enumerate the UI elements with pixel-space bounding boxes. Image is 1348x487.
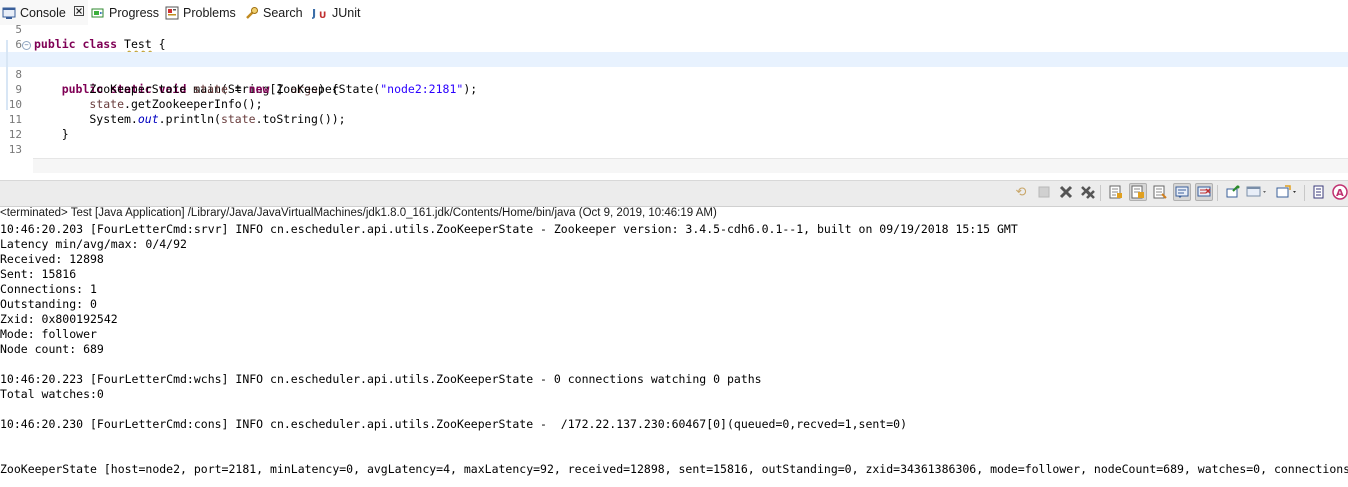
tab-problems[interactable]: Problems: [165, 0, 236, 25]
svg-text:J: J: [312, 7, 316, 20]
editor-line: 7 − public static void main(String[] arg…: [0, 37, 1348, 96]
console-line: Sent: 15816: [0, 267, 77, 281]
console-line: Zxid: 0x800192542: [0, 312, 118, 326]
display-selected-console-icon[interactable]: [1245, 183, 1271, 201]
search-icon: [245, 6, 259, 20]
editor-line: 13 }: [0, 127, 1348, 158]
console-line: Received: 12898: [0, 252, 104, 266]
word-wrap-icon[interactable]: [1129, 183, 1147, 201]
editor-line: 11 }: [0, 97, 1348, 141]
console-line: 10:46:20.223 [FourLetterCmd:wchs] INFO c…: [0, 372, 762, 386]
console-process-status: <terminated> Test [Java Application] /Li…: [0, 207, 717, 219]
remove-launch-icon[interactable]: [1057, 183, 1075, 201]
maximize-view-icon[interactable]: A: [1331, 183, 1348, 201]
remove-all-terminated-icon[interactable]: [1079, 183, 1097, 201]
console-line: Total watches:0: [0, 387, 104, 401]
editor-line: 12: [0, 112, 1348, 141]
scope-indicator: [6, 40, 8, 110]
console-line: Latency min/avg/max: 0/4/92: [0, 237, 187, 251]
editor-horizontal-scrollbar[interactable]: [33, 158, 1348, 173]
console-line: 10:46:20.230 [FourLetterCmd:cons] INFO c…: [0, 417, 907, 431]
scroll-lock-icon[interactable]: [1107, 183, 1125, 201]
toolbar-separator: [1217, 185, 1218, 201]
problems-icon: [165, 6, 179, 20]
open-console-icon[interactable]: [1275, 183, 1301, 201]
tab-label: Search: [263, 5, 303, 20]
toolbar-separator: [1304, 185, 1305, 201]
tab-label: Progress: [109, 5, 160, 20]
tab-label: Problems: [183, 5, 236, 20]
editor-current-line: 8 ZooKeeperState state = new ZooKeeperSt…: [0, 52, 1348, 96]
close-icon[interactable]: [73, 6, 84, 19]
editor-line: 9 state.getZookeeperInfo();: [0, 67, 1348, 111]
console-line: Mode: follower: [0, 327, 97, 341]
show-stdout-icon[interactable]: [1173, 183, 1191, 201]
junit-icon: JU: [311, 6, 328, 21]
show-console-changes-icon[interactable]: [1151, 183, 1169, 201]
fold-toggle-icon[interactable]: −: [22, 41, 31, 50]
show-stderr-icon[interactable]: [1195, 183, 1213, 201]
toolbar-separator: [1100, 185, 1101, 201]
console-line: ZooKeeperState [host=node2, port=2181, m…: [0, 462, 1348, 476]
svg-text:U: U: [319, 11, 326, 20]
tab-junit[interactable]: JU JUnit: [311, 0, 361, 25]
console-line: Outstanding: 0: [0, 297, 97, 311]
console-line: Node count: 689: [0, 342, 104, 356]
tab-search[interactable]: Search: [245, 0, 303, 25]
terminate-icon[interactable]: [1035, 183, 1053, 201]
progress-icon: [91, 6, 105, 20]
minimize-view-icon[interactable]: [1310, 183, 1328, 201]
editor-line: 14: [0, 142, 1348, 157]
pin-console-icon[interactable]: [1224, 183, 1242, 201]
console-line: Connections: 1: [0, 282, 97, 296]
console-icon: [2, 6, 16, 20]
svg-text:A: A: [1336, 188, 1344, 199]
line-number: 14: [0, 157, 22, 158]
tab-label: Console: [20, 5, 66, 20]
editor-line: 10 System.out.println(state.toString());: [0, 82, 1348, 126]
console-output[interactable]: 10:46:20.203 [FourLetterCmd:srvr] INFO c…: [0, 222, 1348, 477]
console-line: 10:46:20.203 [FourLetterCmd:srvr] INFO c…: [0, 222, 1018, 236]
terminate-relaunch-icon[interactable]: ⟲: [1012, 183, 1030, 201]
tab-label: JUnit: [332, 5, 361, 20]
tab-console[interactable]: Console: [0, 0, 88, 25]
tab-progress[interactable]: Progress: [91, 0, 159, 25]
